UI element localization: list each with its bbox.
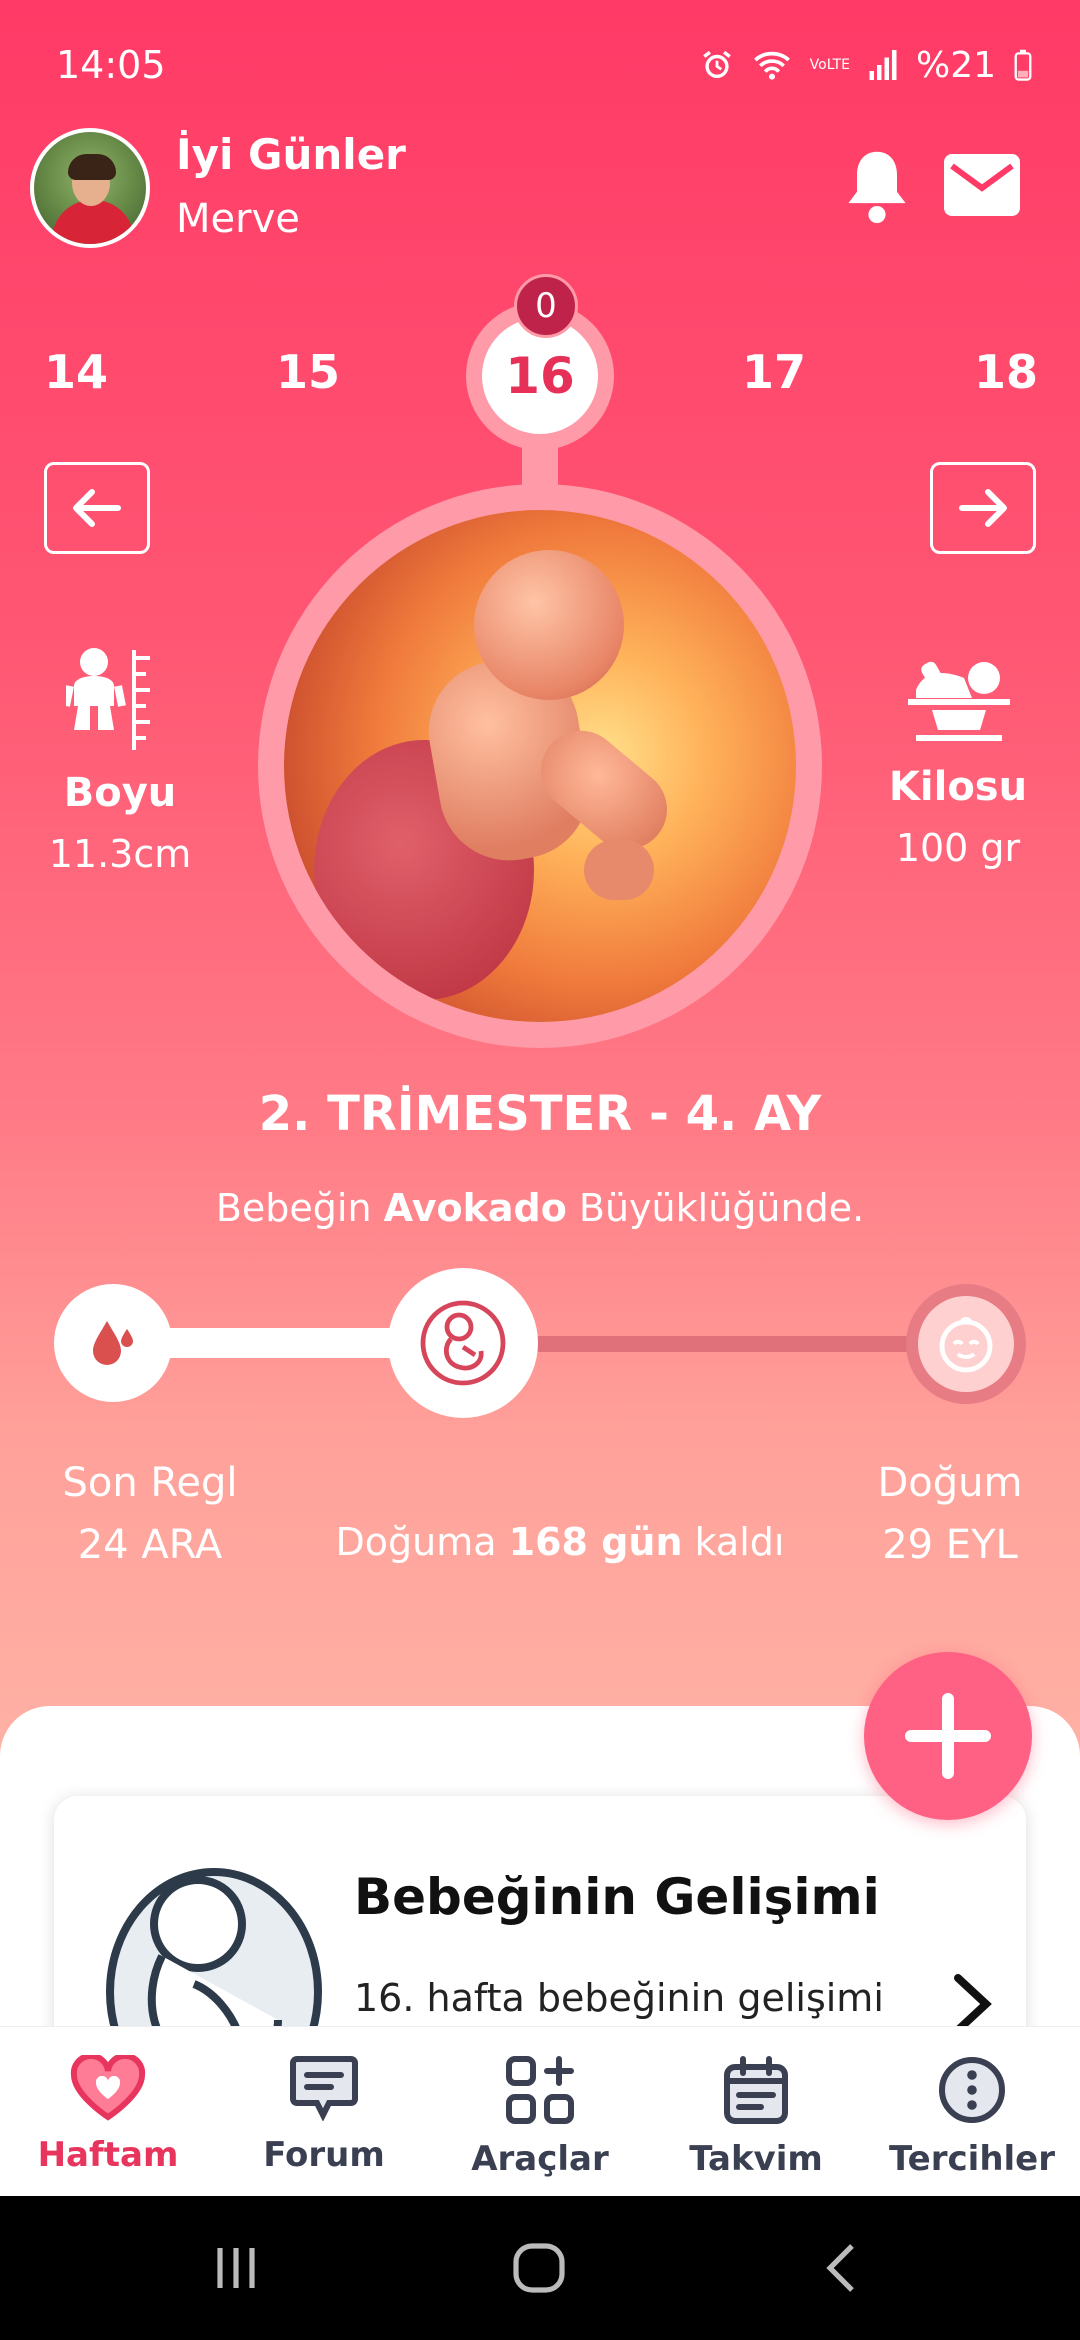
tools-grid-icon [506,2056,574,2124]
birth-node [906,1284,1026,1404]
blood-drop-icon [93,1321,133,1365]
fetus-icon [420,1300,506,1386]
battery-percent: %21 [915,44,996,86]
home-icon[interactable] [510,2240,568,2296]
birth-label: Doğum [877,1460,1023,1506]
birth-date: 29 EYL [882,1522,1018,1568]
size-suffix: Büyüklüğünde. [578,1186,865,1230]
length-label: Boyu [63,770,177,816]
status-bar: 14:05 VoLTE %21 [56,40,1032,90]
baby-height-icon [66,648,150,750]
heart-icon [70,2052,146,2121]
next-week-button[interactable] [930,462,1036,554]
weight-value: 100 gr [895,826,1021,870]
signal-icon [869,50,897,80]
chat-icon [290,2056,358,2122]
remaining-suffix: kaldı [694,1520,785,1564]
mail-icon[interactable] [944,154,1020,216]
tab-tercihler[interactable]: Tercihler [864,2055,1080,2179]
progress-track-remaining [520,1336,940,1352]
size-prefix: Bebeğin [215,1186,372,1230]
week-14[interactable]: 14 [26,345,126,399]
card-subtitle: 16. hafta bebeğinin gelişimi [354,1976,884,2020]
wifi-icon [753,51,790,80]
tab-label-tercihler: Tercihler [889,2139,1055,2179]
trimester-title: 2. TRİMESTER - 4. AY [258,1086,822,1142]
last-period-node [54,1284,172,1402]
tab-haftam[interactable]: Haftam [0,2052,216,2175]
remaining-value: 168 gün [508,1520,683,1564]
current-stage-node [388,1268,538,1418]
greeting-text: İyi Günler [176,130,406,179]
last-period-label: Son Regl [62,1460,238,1506]
chevron-right-icon [954,1974,992,2034]
back-icon[interactable] [816,2240,866,2296]
arrow-left-icon [73,489,121,527]
more-dots-icon [939,2057,1005,2123]
week-15[interactable]: 15 [258,345,358,399]
plus-icon [905,1693,991,1779]
size-comparison: Bebeğin Avokado Büyüklüğünde. [0,1186,1080,1230]
previous-week-button[interactable] [44,462,150,554]
length-value: 11.3cm [48,832,192,876]
days-remaining: Doğuma 168 gün kaldı [280,1520,840,1564]
week-18[interactable]: 18 [956,345,1056,399]
tab-label-haftam: Haftam [37,2135,179,2175]
volte-label: VoLTE [809,57,850,73]
fetus-image[interactable] [284,510,796,1022]
size-fruit: Avokado [383,1186,567,1230]
calendar-icon [724,2056,788,2124]
tab-label-araclar: Araçlar [471,2139,609,2179]
tab-forum[interactable]: Forum [216,2055,432,2175]
battery-icon [1014,49,1032,81]
bell-icon[interactable] [842,146,912,226]
tab-label-takvim: Takvim [689,2139,823,2179]
week-badge: 0 [514,274,578,338]
card-title: Bebeğinin Gelişimi [354,1868,880,1926]
tab-label-forum: Forum [263,2135,385,2175]
add-button[interactable] [864,1652,1032,1820]
alarm-icon [702,50,731,79]
bottom-navigation: Haftam Forum Araçlar Takvim Tercihler [0,2026,1080,2196]
last-period-date: 24 ARA [77,1522,223,1568]
system-navigation-bar [0,2196,1080,2340]
recent-apps-icon[interactable] [208,2240,264,2296]
weight-label: Kilosu [888,764,1028,810]
baby-face-icon [939,1317,993,1373]
avatar[interactable] [30,128,150,248]
week-17[interactable]: 17 [724,345,824,399]
tab-araclar[interactable]: Araçlar [432,2055,648,2179]
arrow-right-icon [959,489,1007,527]
user-name: Merve [176,196,300,242]
status-time: 14:05 [56,43,166,87]
baby-scale-icon [908,661,1010,741]
remaining-prefix: Doğuma [335,1520,497,1564]
tab-takvim[interactable]: Takvim [648,2055,864,2179]
